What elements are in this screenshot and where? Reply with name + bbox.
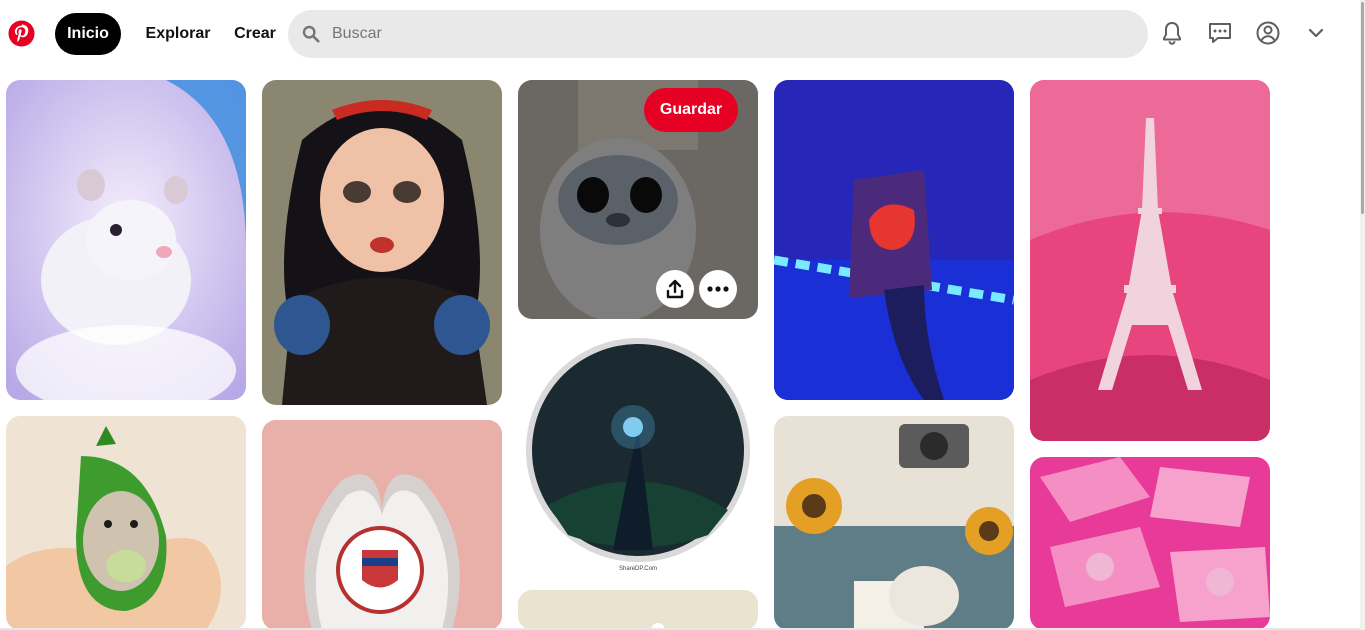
- scrollbar-thumb[interactable]: [1361, 2, 1364, 214]
- more-options-button[interactable]: [699, 270, 737, 308]
- hamster-snow-photo: [6, 80, 246, 400]
- chat-icon[interactable]: [1206, 19, 1234, 47]
- pin-card[interactable]: [774, 416, 1014, 630]
- princess-illustration-photo: [262, 80, 502, 405]
- beige-partial-photo: [518, 590, 758, 630]
- watermark-caption: ShareDP.Com: [619, 566, 657, 572]
- pin-card[interactable]: [262, 420, 502, 630]
- hamster-pea-pod-photo: [6, 416, 246, 630]
- blue-neon-snack-photo: [774, 80, 1014, 400]
- share-icon: [666, 279, 684, 299]
- pink-money-photo: [1030, 457, 1270, 630]
- nav-explore-button[interactable]: Explorar: [137, 13, 219, 55]
- pin-card[interactable]: [6, 80, 246, 400]
- pin-card[interactable]: [518, 590, 758, 630]
- pin-card[interactable]: [262, 80, 502, 405]
- bell-icon[interactable]: [1158, 19, 1186, 47]
- glowing-hand-circle-photo: ShareDP.Com: [518, 335, 758, 575]
- more-options-icon: [707, 286, 729, 292]
- pin-card-hovered[interactable]: Guardar: [518, 80, 758, 319]
- nav-create-button[interactable]: Crear: [226, 13, 284, 55]
- pin-card[interactable]: [6, 416, 246, 630]
- chevron-down-icon[interactable]: [1302, 19, 1330, 47]
- pinterest-logo-icon[interactable]: [8, 20, 35, 47]
- pin-card[interactable]: [1030, 80, 1270, 441]
- pin-card[interactable]: ShareDP.Com: [518, 335, 758, 575]
- search-input[interactable]: [332, 10, 1112, 58]
- page-scrollbar[interactable]: [1360, 0, 1365, 630]
- nav-home-button[interactable]: Inicio: [55, 13, 121, 55]
- account-icon[interactable]: [1254, 19, 1282, 47]
- pin-card[interactable]: [774, 80, 1014, 400]
- search-bar[interactable]: [288, 10, 1148, 58]
- pin-card[interactable]: [1030, 457, 1270, 630]
- share-button[interactable]: [656, 270, 694, 308]
- top-nav-bar: Inicio Explorar Crear: [0, 0, 1360, 68]
- cozy-sunflowers-camera-photo: [774, 416, 1014, 630]
- save-button[interactable]: Guardar: [644, 88, 738, 132]
- pink-eiffel-tower-photo: [1030, 80, 1270, 441]
- heart-hands-badge-photo: [262, 420, 502, 630]
- search-icon: [302, 25, 320, 43]
